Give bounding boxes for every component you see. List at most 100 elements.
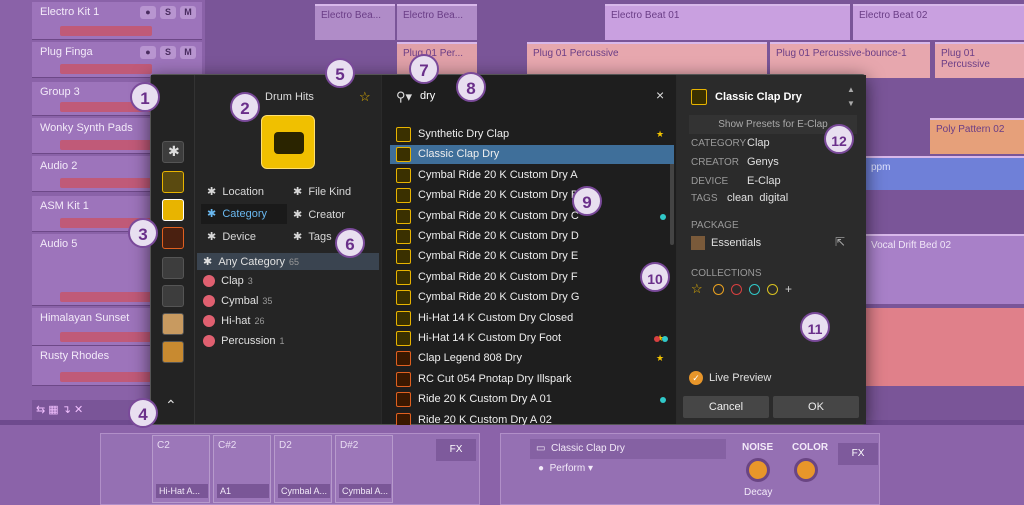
category-item[interactable]: Cymbal 35 <box>203 295 272 308</box>
clip[interactable]: Electro Bea... <box>397 4 477 40</box>
music-icon[interactable] <box>162 313 184 335</box>
clip[interactable] <box>865 308 1024 386</box>
favorite-icon: ★ <box>656 353 665 364</box>
device-value[interactable]: E-Clap <box>747 175 781 187</box>
creator-value[interactable]: Genys <box>747 156 779 168</box>
result-item[interactable]: RC Cut 054 Pnotap Dry Illspark <box>390 370 674 389</box>
prev-next-icon[interactable]: ▲ ▼ <box>847 83 855 111</box>
volume-fader[interactable] <box>60 292 152 302</box>
filter-creator[interactable]: ✱ Creator <box>293 208 345 221</box>
category-item[interactable]: Hi-hat 26 <box>203 315 264 328</box>
collection-circle[interactable] <box>767 284 778 295</box>
search-input[interactable] <box>420 87 620 105</box>
callout-badge: 5 <box>325 58 355 88</box>
ok-button[interactable]: OK <box>773 396 859 418</box>
clip[interactable]: Electro Bea... <box>315 4 395 40</box>
decay-knob[interactable] <box>746 458 770 482</box>
volume-fader[interactable] <box>60 64 152 74</box>
filter-file-kind[interactable]: ✱ File Kind <box>293 185 351 198</box>
result-item[interactable]: Cymbal Ride 20 K Custom Dry C <box>390 207 674 226</box>
collection-star-icon[interactable]: ☆ <box>691 281 703 297</box>
package-value[interactable]: Essentials <box>711 237 761 249</box>
result-item[interactable]: Synthetic Dry Clap ★ <box>390 125 674 144</box>
result-item[interactable]: Cymbal Ride 20 K Custom Dry F <box>390 268 674 287</box>
solo-button[interactable]: S <box>160 46 176 59</box>
record-button[interactable]: ● <box>140 6 156 19</box>
result-item[interactable]: Cymbal Ride 20 K Custom Dry G <box>390 288 674 307</box>
open-link-icon[interactable]: ⇱ <box>835 235 845 249</box>
category-item[interactable]: Clap 3 <box>203 275 253 288</box>
filter-tags[interactable]: ✱ Tags <box>293 230 332 243</box>
all-sources-icon[interactable]: ✱ <box>162 141 184 163</box>
clip[interactable]: ppm <box>865 156 1024 190</box>
mute-button[interactable]: M <box>180 6 196 19</box>
search-icon[interactable]: ⚲▾ <box>396 89 412 105</box>
track-header[interactable]: Electro Kit 1 ● S M <box>32 2 202 40</box>
mute-button[interactable]: M <box>180 46 196 59</box>
drum-pad[interactable]: D2 Cymbal A... <box>274 435 332 503</box>
volume-fader[interactable] <box>60 26 152 36</box>
result-item[interactable]: Cymbal Ride 20 K Custom Dry B <box>390 186 674 205</box>
user-icon[interactable] <box>162 341 184 363</box>
toolbar-icons[interactable]: ⇆ ▦ ↴ ✕ <box>36 403 83 416</box>
add-collection-icon[interactable]: + <box>785 282 792 296</box>
favorite-star-icon[interactable]: ☆ <box>359 89 371 105</box>
clip[interactable]: Electro Beat 02 <box>853 4 1024 40</box>
clip[interactable]: Vocal Drift Bed 02 <box>865 234 1024 304</box>
perform-menu[interactable]: ● Perform ▾ <box>538 463 593 474</box>
clip[interactable]: Electro Beat 01 <box>605 4 850 40</box>
solo-button[interactable]: S <box>160 6 176 19</box>
collapse-icon[interactable]: ⌃ <box>165 397 177 414</box>
result-item[interactable]: Clap Legend 808 Dry ★ <box>390 349 674 368</box>
multisample-icon[interactable] <box>162 257 184 279</box>
sample-icon[interactable] <box>162 227 184 249</box>
color-label: COLOR <box>792 442 829 453</box>
clip[interactable]: Poly Pattern 02 <box>930 118 1024 154</box>
drum-pad[interactable]: C#2 A1 <box>213 435 271 503</box>
clear-search-button[interactable]: × <box>656 87 664 103</box>
filter-category[interactable]: ✱ Category <box>201 204 287 224</box>
category-value[interactable]: Clap <box>747 137 770 149</box>
result-item[interactable]: Classic Clap Dry <box>390 145 674 165</box>
cancel-button[interactable]: Cancel <box>683 396 769 418</box>
track-header[interactable]: Plug Finga ● S M <box>32 42 202 78</box>
fx-button-2[interactable]: FX <box>838 443 878 465</box>
fx-button[interactable]: FX <box>436 439 476 461</box>
track-name: Wonky Synth Pads <box>40 122 133 134</box>
volume-fader[interactable] <box>60 140 152 150</box>
result-item[interactable]: Cymbal Ride 20 K Custom Dry D <box>390 227 674 246</box>
volume-fader[interactable] <box>60 332 152 342</box>
preset-icon[interactable] <box>162 199 184 221</box>
result-item[interactable]: Hi-Hat 14 K Custom Dry Foot ★ <box>390 329 674 348</box>
result-item[interactable]: Ride 20 K Custom Dry A 01 <box>390 390 674 409</box>
preset-icon <box>396 208 411 224</box>
category-item[interactable]: Percussion 1 <box>203 335 285 348</box>
sample-icon <box>396 392 411 408</box>
plugin-icon[interactable] <box>162 285 184 307</box>
live-preview-checkbox[interactable]: ✓ <box>689 371 703 385</box>
device-preset-name[interactable]: ▭ Classic Clap Dry <box>530 439 726 459</box>
result-item[interactable]: Hi-Hat 14 K Custom Dry Closed <box>390 309 674 328</box>
collection-dot <box>662 336 668 342</box>
clip[interactable]: Plug 01 Percussive-bounce-1 <box>770 42 930 78</box>
clip[interactable]: Plug 01 Percussive <box>935 42 1024 78</box>
clip[interactable]: Plug 01 Percussive <box>527 42 767 78</box>
drum-pad[interactable]: C2 Hi-Hat A... <box>152 435 210 503</box>
volume-fader[interactable] <box>60 372 152 382</box>
package-icon <box>691 236 705 250</box>
result-item[interactable]: Cymbal Ride 20 K Custom Dry E <box>390 247 674 266</box>
filter-device[interactable]: ✱ Device <box>207 230 256 243</box>
category-icon <box>203 275 215 288</box>
tags-value[interactable]: clean digital <box>727 192 788 204</box>
device-icon[interactable] <box>162 171 184 193</box>
record-button[interactable]: ● <box>140 46 156 59</box>
collection-dot <box>660 213 666 220</box>
drum-pad[interactable]: D#2 Cymbal A... <box>335 435 393 503</box>
color-knob[interactable] <box>794 458 818 482</box>
result-item[interactable]: Cymbal Ride 20 K Custom Dry A <box>390 166 674 185</box>
collection-circle[interactable] <box>731 284 742 295</box>
volume-fader[interactable] <box>60 178 152 188</box>
collection-circle[interactable] <box>749 284 760 295</box>
collection-circle[interactable] <box>713 284 724 295</box>
filter-location[interactable]: ✱ Location <box>207 185 264 198</box>
